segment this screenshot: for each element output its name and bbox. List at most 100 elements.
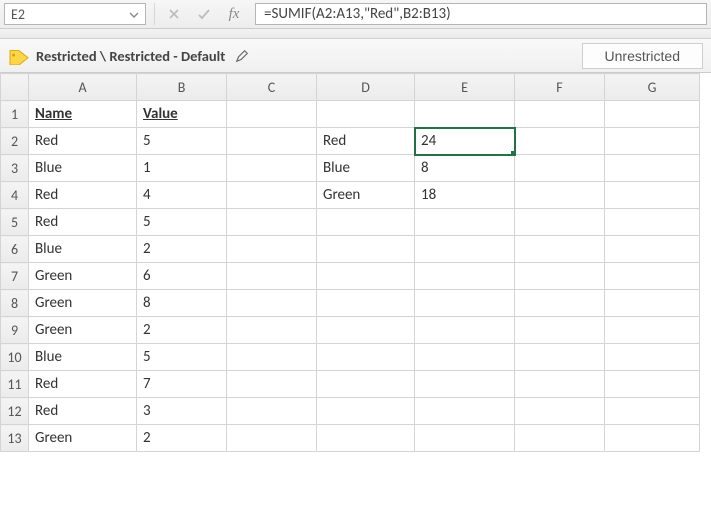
cell-A8[interactable]: Green <box>29 290 137 317</box>
row-header-6[interactable]: 6 <box>1 236 29 263</box>
cell-F10[interactable] <box>515 344 605 371</box>
cell-D11[interactable] <box>317 371 415 398</box>
cell-B10[interactable]: 5 <box>137 344 227 371</box>
cell-F9[interactable] <box>515 317 605 344</box>
cell-D9[interactable] <box>317 317 415 344</box>
cell-G5[interactable] <box>605 209 700 236</box>
cell-F12[interactable] <box>515 398 605 425</box>
cell-C2[interactable] <box>227 128 317 155</box>
col-header-F[interactable]: F <box>515 74 605 101</box>
select-all-corner[interactable] <box>1 74 29 101</box>
cell-F1[interactable] <box>515 101 605 128</box>
cell-C11[interactable] <box>227 371 317 398</box>
cell-C6[interactable] <box>227 236 317 263</box>
cell-D8[interactable] <box>317 290 415 317</box>
cell-E13[interactable] <box>415 425 515 452</box>
cell-G4[interactable] <box>605 182 700 209</box>
cell-B4[interactable]: 4 <box>137 182 227 209</box>
cell-B3[interactable]: 1 <box>137 155 227 182</box>
cell-D2[interactable]: Red <box>317 128 415 155</box>
col-header-E[interactable]: E <box>415 74 515 101</box>
cell-E3[interactable]: 8 <box>415 155 515 182</box>
cell-A5[interactable]: Red <box>29 209 137 236</box>
cell-F13[interactable] <box>515 425 605 452</box>
cell-B11[interactable]: 7 <box>137 371 227 398</box>
cell-F4[interactable] <box>515 182 605 209</box>
cell-E9[interactable] <box>415 317 515 344</box>
cell-G10[interactable] <box>605 344 700 371</box>
cell-A11[interactable]: Red <box>29 371 137 398</box>
cell-A1[interactable]: Name <box>29 101 137 128</box>
cell-C7[interactable] <box>227 263 317 290</box>
cell-D12[interactable] <box>317 398 415 425</box>
cell-C5[interactable] <box>227 209 317 236</box>
row-header-7[interactable]: 7 <box>1 263 29 290</box>
cell-B12[interactable]: 3 <box>137 398 227 425</box>
cell-F3[interactable] <box>515 155 605 182</box>
cell-D7[interactable] <box>317 263 415 290</box>
cell-D1[interactable] <box>317 101 415 128</box>
row-header-13[interactable]: 13 <box>1 425 29 452</box>
cancel-icon[interactable] <box>159 3 189 25</box>
name-box[interactable]: E2 <box>4 3 146 25</box>
cell-A4[interactable]: Red <box>29 182 137 209</box>
spreadsheet-grid[interactable]: ABCDEFG1NameValue2Red5Red243Blue1Blue84R… <box>0 73 711 452</box>
cell-B13[interactable]: 2 <box>137 425 227 452</box>
cell-B9[interactable]: 2 <box>137 317 227 344</box>
cell-D5[interactable] <box>317 209 415 236</box>
cell-G9[interactable] <box>605 317 700 344</box>
cell-C9[interactable] <box>227 317 317 344</box>
cell-F2[interactable] <box>515 128 605 155</box>
cell-A9[interactable]: Green <box>29 317 137 344</box>
row-header-11[interactable]: 11 <box>1 371 29 398</box>
row-header-8[interactable]: 8 <box>1 290 29 317</box>
cell-G6[interactable] <box>605 236 700 263</box>
cell-F5[interactable] <box>515 209 605 236</box>
cell-C13[interactable] <box>227 425 317 452</box>
col-header-G[interactable]: G <box>605 74 700 101</box>
cell-D13[interactable] <box>317 425 415 452</box>
cell-E12[interactable] <box>415 398 515 425</box>
cell-C4[interactable] <box>227 182 317 209</box>
cell-D10[interactable] <box>317 344 415 371</box>
cell-D6[interactable] <box>317 236 415 263</box>
cell-C8[interactable] <box>227 290 317 317</box>
cell-F6[interactable] <box>515 236 605 263</box>
cell-F11[interactable] <box>515 371 605 398</box>
unrestricted-button[interactable]: Unrestricted <box>582 43 703 69</box>
pencil-icon[interactable] <box>233 47 251 65</box>
cell-C1[interactable] <box>227 101 317 128</box>
cell-E11[interactable] <box>415 371 515 398</box>
fx-icon[interactable]: fx <box>219 3 249 25</box>
cell-E8[interactable] <box>415 290 515 317</box>
enter-icon[interactable] <box>189 3 219 25</box>
cell-E4[interactable]: 18 <box>415 182 515 209</box>
cell-G12[interactable] <box>605 398 700 425</box>
cell-A6[interactable]: Blue <box>29 236 137 263</box>
cell-A10[interactable]: Blue <box>29 344 137 371</box>
cell-E7[interactable] <box>415 263 515 290</box>
cell-D4[interactable]: Green <box>317 182 415 209</box>
cell-A7[interactable]: Green <box>29 263 137 290</box>
cell-C12[interactable] <box>227 398 317 425</box>
cell-B5[interactable]: 5 <box>137 209 227 236</box>
cell-A2[interactable]: Red <box>29 128 137 155</box>
cell-E5[interactable] <box>415 209 515 236</box>
row-header-3[interactable]: 3 <box>1 155 29 182</box>
cell-B6[interactable]: 2 <box>137 236 227 263</box>
row-header-9[interactable]: 9 <box>1 317 29 344</box>
cell-C3[interactable] <box>227 155 317 182</box>
cell-D3[interactable]: Blue <box>317 155 415 182</box>
row-header-12[interactable]: 12 <box>1 398 29 425</box>
row-header-10[interactable]: 10 <box>1 344 29 371</box>
cell-E1[interactable] <box>415 101 515 128</box>
cell-G1[interactable] <box>605 101 700 128</box>
dropdown-icon[interactable] <box>129 7 143 21</box>
row-header-2[interactable]: 2 <box>1 128 29 155</box>
cell-G3[interactable] <box>605 155 700 182</box>
col-header-D[interactable]: D <box>317 74 415 101</box>
cell-G11[interactable] <box>605 371 700 398</box>
row-header-1[interactable]: 1 <box>1 101 29 128</box>
cell-A3[interactable]: Blue <box>29 155 137 182</box>
cell-B8[interactable]: 8 <box>137 290 227 317</box>
